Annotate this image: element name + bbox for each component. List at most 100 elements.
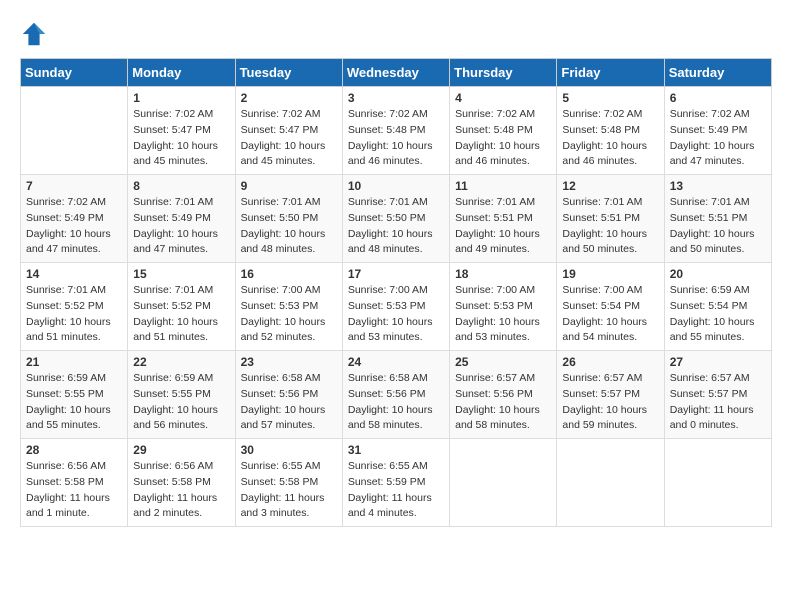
day-number: 7 xyxy=(26,179,122,193)
day-info: Sunrise: 7:01 AM Sunset: 5:50 PM Dayligh… xyxy=(241,195,337,258)
day-info: Sunrise: 7:02 AM Sunset: 5:49 PM Dayligh… xyxy=(26,195,122,258)
day-info: Sunrise: 7:01 AM Sunset: 5:50 PM Dayligh… xyxy=(348,195,444,258)
day-info: Sunrise: 7:01 AM Sunset: 5:51 PM Dayligh… xyxy=(670,195,766,258)
day-info: Sunrise: 7:02 AM Sunset: 5:47 PM Dayligh… xyxy=(241,107,337,170)
day-number: 3 xyxy=(348,91,444,105)
calendar-cell xyxy=(557,439,664,527)
day-info: Sunrise: 7:01 AM Sunset: 5:52 PM Dayligh… xyxy=(26,283,122,346)
day-info: Sunrise: 6:59 AM Sunset: 5:54 PM Dayligh… xyxy=(670,283,766,346)
calendar-cell xyxy=(664,439,771,527)
calendar-week-row: 28Sunrise: 6:56 AM Sunset: 5:58 PM Dayli… xyxy=(21,439,772,527)
day-number: 16 xyxy=(241,267,337,281)
calendar-cell: 9 Sunrise: 7:01 AM Sunset: 5:50 PM Daylig… xyxy=(235,175,342,263)
day-info: Sunrise: 7:00 AM Sunset: 5:53 PM Dayligh… xyxy=(455,283,551,346)
day-info: Sunrise: 6:59 AM Sunset: 5:55 PM Dayligh… xyxy=(133,371,229,434)
day-number: 13 xyxy=(670,179,766,193)
calendar-cell: 31 Sunrise: 6:55 AM Sunset: 5:59 PM Dayli… xyxy=(342,439,449,527)
day-number: 23 xyxy=(241,355,337,369)
day-number: 30 xyxy=(241,443,337,457)
calendar-cell: 19 Sunrise: 7:00 AM Sunset: 5:54 PM Dayli… xyxy=(557,263,664,351)
calendar-cell: 29 Sunrise: 6:56 AM Sunset: 5:58 PM Dayli… xyxy=(128,439,235,527)
calendar-cell: 7 Sunrise: 7:02 AM Sunset: 5:49 PM Daylig… xyxy=(21,175,128,263)
calendar-cell: 27Sunrise: 6:57 AM Sunset: 5:57 PM Dayli… xyxy=(664,351,771,439)
day-number: 4 xyxy=(455,91,551,105)
calendar-cell: 14 Sunrise: 7:01 AM Sunset: 5:52 PM Dayli… xyxy=(21,263,128,351)
calendar-cell: 20 Sunrise: 6:59 AM Sunset: 5:54 PM Dayli… xyxy=(664,263,771,351)
calendar-cell: 8 Sunrise: 7:01 AM Sunset: 5:49 PM Daylig… xyxy=(128,175,235,263)
day-number: 26 xyxy=(562,355,658,369)
day-info: Sunrise: 7:00 AM Sunset: 5:54 PM Dayligh… xyxy=(562,283,658,346)
day-number: 17 xyxy=(348,267,444,281)
day-info: Sunrise: 7:00 AM Sunset: 5:53 PM Dayligh… xyxy=(241,283,337,346)
calendar-week-row: 14 Sunrise: 7:01 AM Sunset: 5:52 PM Dayli… xyxy=(21,263,772,351)
calendar-cell: 25 Sunrise: 6:57 AM Sunset: 5:56 PM Dayli… xyxy=(450,351,557,439)
calendar-cell: 3 Sunrise: 7:02 AM Sunset: 5:48 PM Daylig… xyxy=(342,87,449,175)
calendar-week-row: 21Sunrise: 6:59 AM Sunset: 5:55 PM Dayli… xyxy=(21,351,772,439)
calendar-cell: 15Sunrise: 7:01 AM Sunset: 5:52 PM Dayli… xyxy=(128,263,235,351)
day-info: Sunrise: 7:01 AM Sunset: 5:52 PM Dayligh… xyxy=(133,283,229,346)
day-number: 22 xyxy=(133,355,229,369)
day-info: Sunrise: 6:59 AM Sunset: 5:55 PM Dayligh… xyxy=(26,371,122,434)
day-number: 5 xyxy=(562,91,658,105)
day-number: 9 xyxy=(241,179,337,193)
day-number: 24 xyxy=(348,355,444,369)
day-info: Sunrise: 7:02 AM Sunset: 5:49 PM Dayligh… xyxy=(670,107,766,170)
calendar-cell: 26 Sunrise: 6:57 AM Sunset: 5:57 PM Dayli… xyxy=(557,351,664,439)
calendar-cell: 11Sunrise: 7:01 AM Sunset: 5:51 PM Dayli… xyxy=(450,175,557,263)
calendar-cell: 12Sunrise: 7:01 AM Sunset: 5:51 PM Dayli… xyxy=(557,175,664,263)
calendar-cell: 1Sunrise: 7:02 AM Sunset: 5:47 PM Daylig… xyxy=(128,87,235,175)
calendar-cell: 2 Sunrise: 7:02 AM Sunset: 5:47 PM Daylig… xyxy=(235,87,342,175)
calendar-cell: 10 Sunrise: 7:01 AM Sunset: 5:50 PM Dayli… xyxy=(342,175,449,263)
calendar-week-row: 1Sunrise: 7:02 AM Sunset: 5:47 PM Daylig… xyxy=(21,87,772,175)
day-info: Sunrise: 7:01 AM Sunset: 5:51 PM Dayligh… xyxy=(562,195,658,258)
calendar-cell: 13 Sunrise: 7:01 AM Sunset: 5:51 PM Dayli… xyxy=(664,175,771,263)
calendar-table: SundayMondayTuesdayWednesdayThursdayFrid… xyxy=(20,58,772,527)
day-info: Sunrise: 7:01 AM Sunset: 5:51 PM Dayligh… xyxy=(455,195,551,258)
calendar-cell: 21Sunrise: 6:59 AM Sunset: 5:55 PM Dayli… xyxy=(21,351,128,439)
day-info: Sunrise: 6:57 AM Sunset: 5:57 PM Dayligh… xyxy=(562,371,658,434)
day-number: 8 xyxy=(133,179,229,193)
day-info: Sunrise: 6:56 AM Sunset: 5:58 PM Dayligh… xyxy=(133,459,229,522)
weekday-header: Tuesday xyxy=(235,59,342,87)
calendar-cell: 6Sunrise: 7:02 AM Sunset: 5:49 PM Daylig… xyxy=(664,87,771,175)
weekday-header: Friday xyxy=(557,59,664,87)
day-number: 25 xyxy=(455,355,551,369)
day-info: Sunrise: 6:58 AM Sunset: 5:56 PM Dayligh… xyxy=(348,371,444,434)
day-info: Sunrise: 6:55 AM Sunset: 5:58 PM Dayligh… xyxy=(241,459,337,522)
day-info: Sunrise: 7:02 AM Sunset: 5:47 PM Dayligh… xyxy=(133,107,229,170)
calendar-cell: 18 Sunrise: 7:00 AM Sunset: 5:53 PM Dayli… xyxy=(450,263,557,351)
day-number: 20 xyxy=(670,267,766,281)
calendar-cell: 16 Sunrise: 7:00 AM Sunset: 5:53 PM Dayli… xyxy=(235,263,342,351)
header-row: SundayMondayTuesdayWednesdayThursdayFrid… xyxy=(21,59,772,87)
day-number: 19 xyxy=(562,267,658,281)
day-number: 31 xyxy=(348,443,444,457)
day-number: 29 xyxy=(133,443,229,457)
weekday-header: Sunday xyxy=(21,59,128,87)
day-info: Sunrise: 6:57 AM Sunset: 5:56 PM Dayligh… xyxy=(455,371,551,434)
day-info: Sunrise: 7:01 AM Sunset: 5:49 PM Dayligh… xyxy=(133,195,229,258)
day-number: 10 xyxy=(348,179,444,193)
day-number: 14 xyxy=(26,267,122,281)
day-info: Sunrise: 6:55 AM Sunset: 5:59 PM Dayligh… xyxy=(348,459,444,522)
weekday-header: Monday xyxy=(128,59,235,87)
calendar-week-row: 7 Sunrise: 7:02 AM Sunset: 5:49 PM Daylig… xyxy=(21,175,772,263)
day-number: 27 xyxy=(670,355,766,369)
day-info: Sunrise: 7:00 AM Sunset: 5:53 PM Dayligh… xyxy=(348,283,444,346)
weekday-header: Wednesday xyxy=(342,59,449,87)
day-info: Sunrise: 7:02 AM Sunset: 5:48 PM Dayligh… xyxy=(455,107,551,170)
logo xyxy=(20,20,52,48)
day-info: Sunrise: 6:58 AM Sunset: 5:56 PM Dayligh… xyxy=(241,371,337,434)
day-number: 18 xyxy=(455,267,551,281)
day-number: 2 xyxy=(241,91,337,105)
calendar-cell xyxy=(21,87,128,175)
calendar-cell xyxy=(450,439,557,527)
calendar-cell: 17 Sunrise: 7:00 AM Sunset: 5:53 PM Dayli… xyxy=(342,263,449,351)
day-info: Sunrise: 7:02 AM Sunset: 5:48 PM Dayligh… xyxy=(348,107,444,170)
header xyxy=(20,20,772,48)
calendar-cell: 4 Sunrise: 7:02 AM Sunset: 5:48 PM Daylig… xyxy=(450,87,557,175)
weekday-header: Thursday xyxy=(450,59,557,87)
calendar-cell: 22 Sunrise: 6:59 AM Sunset: 5:55 PM Dayli… xyxy=(128,351,235,439)
weekday-header: Saturday xyxy=(664,59,771,87)
calendar-cell: 23 Sunrise: 6:58 AM Sunset: 5:56 PM Dayli… xyxy=(235,351,342,439)
calendar-cell: 5Sunrise: 7:02 AM Sunset: 5:48 PM Daylig… xyxy=(557,87,664,175)
